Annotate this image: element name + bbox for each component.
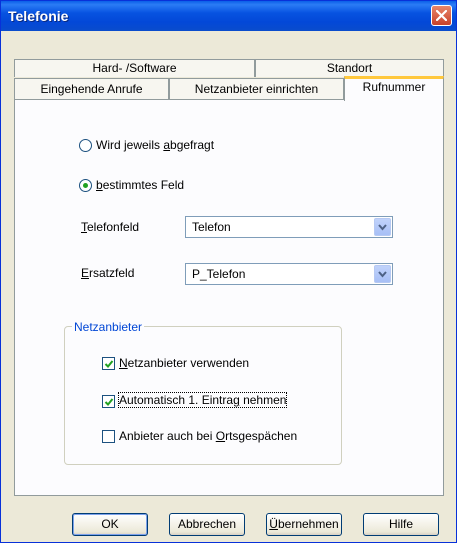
- tab-rufnummer[interactable]: Rufnummer: [344, 76, 444, 101]
- tab-standort[interactable]: Standort: [255, 59, 444, 77]
- fallback-field-dropdown-button[interactable]: [374, 265, 391, 283]
- auto-first-entry-checkbox[interactable]: [102, 395, 115, 408]
- phone-field-dropdown-button[interactable]: [374, 218, 391, 236]
- apply-button[interactable]: Übernehmen: [266, 513, 342, 536]
- fallback-field-select[interactable]: P_Telefon: [185, 263, 393, 285]
- chevron-down-icon: [378, 271, 387, 278]
- cancel-button[interactable]: Abbrechen: [169, 513, 245, 536]
- radio-specific-field[interactable]: [79, 179, 92, 192]
- radio-ask-each-time[interactable]: [79, 139, 92, 152]
- chevron-down-icon: [378, 224, 387, 231]
- apply-button-label: Übernehmen: [269, 517, 339, 531]
- window-title: Telefonie: [8, 8, 69, 24]
- phone-field-select[interactable]: Telefon: [185, 216, 393, 238]
- tab-eingehende-anrufe[interactable]: Eingehende Anrufe: [14, 78, 169, 100]
- use-provider-checkbox[interactable]: [102, 357, 115, 370]
- provider-group-title: Netzanbieter: [72, 320, 145, 334]
- help-button[interactable]: Hilfe: [363, 513, 439, 536]
- ok-button[interactable]: OK: [72, 513, 148, 536]
- radio-selected-dot: [83, 183, 88, 188]
- checkmark-icon: [104, 398, 114, 406]
- tab-hard-software[interactable]: Hard- /Software: [14, 59, 255, 77]
- title-bar[interactable]: Telefonie: [1, 1, 456, 31]
- tab-netzanbieter-einrichten[interactable]: Netzanbieter einrichten: [169, 78, 344, 100]
- tab-label: Hard- /Software: [92, 61, 177, 75]
- checkmark-icon: [104, 360, 114, 368]
- tab-label: Rufnummer: [362, 80, 426, 94]
- phone-field-value: Telefon: [192, 220, 231, 234]
- tab-label: Eingehende Anrufe: [40, 82, 143, 96]
- close-button[interactable]: [431, 5, 452, 26]
- dialog-window: Telefonie Hard- /Software Standort Einge…: [0, 0, 457, 543]
- ok-button-label: OK: [101, 517, 119, 531]
- help-button-label: Hilfe: [388, 517, 413, 531]
- provider-local-calls-checkbox[interactable]: [102, 430, 115, 443]
- close-icon: [436, 10, 447, 21]
- fallback-field-value: P_Telefon: [192, 267, 246, 281]
- tab-label: Standort: [326, 61, 373, 75]
- tab-label: Netzanbieter einrichten: [194, 82, 319, 96]
- cancel-button-label: Abbrechen: [177, 517, 237, 531]
